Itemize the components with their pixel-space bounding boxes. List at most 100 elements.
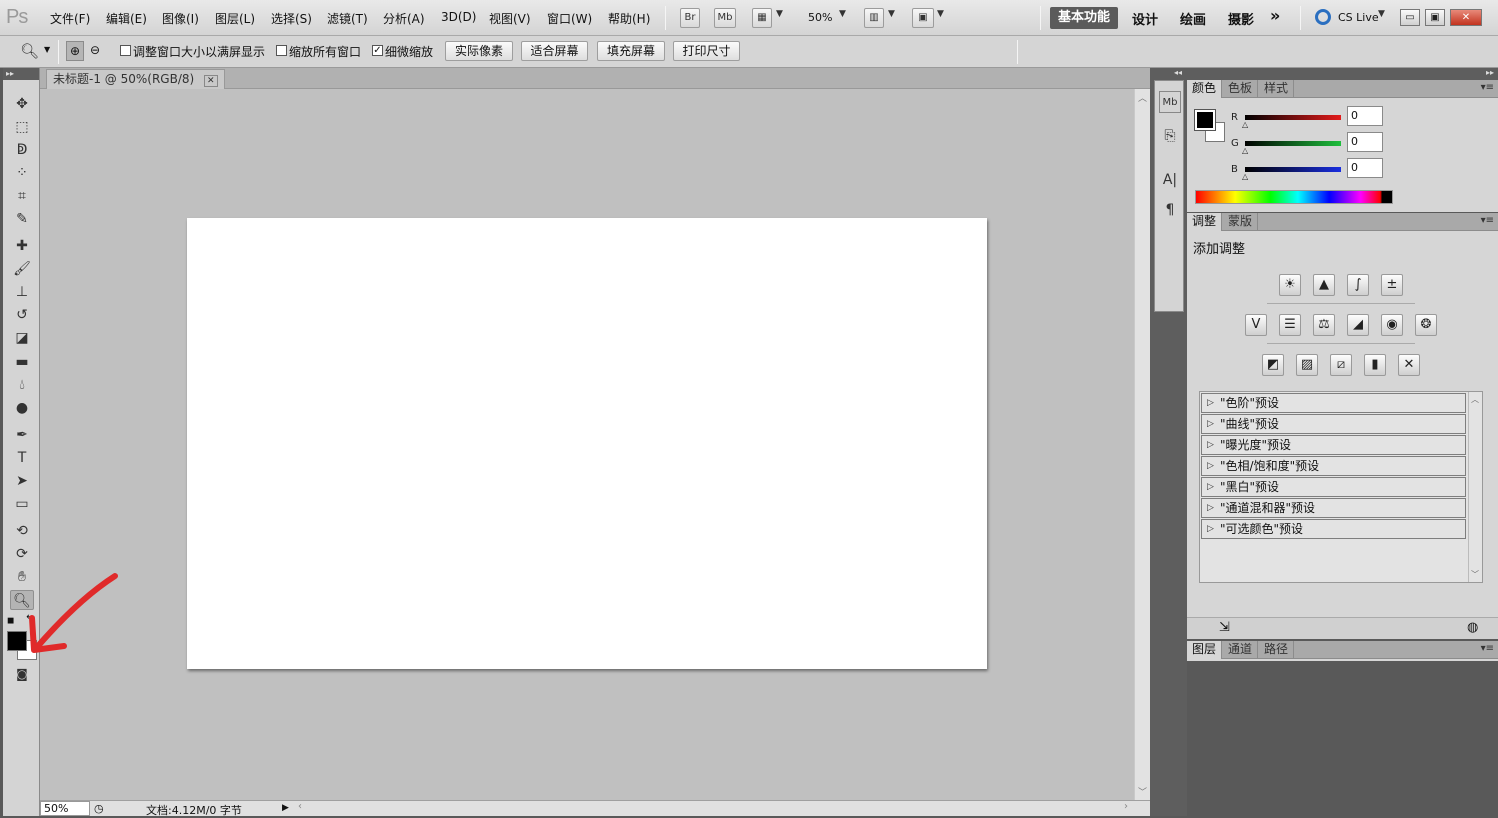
red-value-input[interactable]: 0 <box>1347 106 1383 126</box>
workspace-painting[interactable]: 绘画 <box>1180 9 1206 28</box>
tab-channels[interactable]: 通道 <box>1223 641 1259 659</box>
photo-filter-icon[interactable]: ◉ <box>1381 314 1403 336</box>
slider-handle-icon[interactable]: △ <box>1242 146 1248 155</box>
canvas-area[interactable] <box>40 89 1134 800</box>
expand-triangle-icon[interactable]: ▷ <box>1207 436 1214 454</box>
zoom-in-icon[interactable]: ⊕ <box>66 41 84 61</box>
black-white-icon[interactable]: ◢ <box>1347 314 1369 336</box>
rectangle-tool-icon[interactable]: ▭ <box>10 494 34 514</box>
chevron-down-icon[interactable]: ▼ <box>888 9 895 19</box>
vibrance-icon[interactable]: V <box>1245 314 1267 336</box>
status-menu-arrow-icon[interactable]: ▶ <box>282 801 294 816</box>
path-selection-tool-icon[interactable]: ➤ <box>10 471 34 491</box>
crop-tool-icon[interactable]: ⌗ <box>10 186 34 206</box>
menu-select[interactable]: 选择(S) <box>271 10 312 27</box>
scroll-left-icon[interactable]: ‹ <box>298 801 302 812</box>
mini-bridge-button[interactable]: Mb <box>714 8 736 28</box>
panel-menu-icon[interactable]: ▾≡ <box>1481 643 1494 654</box>
fill-screen-button[interactable]: 填充屏幕 <box>597 41 665 61</box>
scroll-up-icon[interactable]: ︿ <box>1471 394 1479 405</box>
workspace-more-icon[interactable]: » <box>1270 6 1280 25</box>
workspace-essentials[interactable]: 基本功能 <box>1050 7 1118 29</box>
blur-tool-icon[interactable]: 💧︎ <box>10 375 34 395</box>
lasso-tool-icon[interactable]: ↁ <box>10 140 34 160</box>
cs-live-icon[interactable] <box>1315 9 1331 25</box>
workspace-design[interactable]: 设计 <box>1132 9 1158 28</box>
document-canvas[interactable] <box>187 218 987 669</box>
paragraph-panel-icon[interactable]: ¶ <box>1159 199 1181 221</box>
tab-adjustments[interactable]: 调整 <box>1187 213 1223 231</box>
tab-paths[interactable]: 路径 <box>1259 641 1295 659</box>
expand-triangle-icon[interactable]: ▷ <box>1207 499 1214 517</box>
color-spectrum-bar[interactable] <box>1195 190 1393 204</box>
move-tool-icon[interactable]: ✥ <box>10 94 34 114</box>
tool-preset-chevron-icon[interactable]: ▼ <box>44 45 50 54</box>
posterize-icon[interactable]: ▨ <box>1296 354 1318 376</box>
clip-to-layer-icon[interactable]: ⇲ <box>1219 620 1230 635</box>
arrange-documents-button[interactable]: ▥ <box>864 8 884 28</box>
foreground-color-swatch[interactable] <box>1194 109 1216 131</box>
history-panel-icon[interactable]: ⎘ <box>1159 125 1181 147</box>
scroll-down-icon[interactable]: ﹀ <box>1471 569 1479 580</box>
levels-icon[interactable]: ▲ <box>1313 274 1335 296</box>
3d-rotate-tool-icon[interactable]: ⟲ <box>10 521 34 541</box>
minimize-button[interactable]: ▭ <box>1400 9 1420 26</box>
tab-color[interactable]: 颜色 <box>1187 80 1223 98</box>
zoom-all-windows-checkbox[interactable] <box>276 45 287 56</box>
default-colors-icon[interactable]: ◼ <box>7 616 14 626</box>
3d-orbit-tool-icon[interactable]: ⟳ <box>10 544 34 564</box>
brightness-contrast-icon[interactable]: ☀ <box>1279 274 1301 296</box>
slider-handle-icon[interactable]: △ <box>1242 172 1248 181</box>
blue-slider[interactable] <box>1245 167 1341 172</box>
menu-filter[interactable]: 滤镜(T) <box>327 10 368 27</box>
channel-mixer-icon[interactable]: ❂ <box>1415 314 1437 336</box>
preset-curves[interactable]: ▷ "曲线"预设 <box>1201 414 1466 434</box>
menu-view[interactable]: 视图(V) <box>489 10 531 27</box>
character-panel-icon[interactable]: A| <box>1159 169 1181 191</box>
type-tool-icon[interactable]: T <box>10 448 34 468</box>
history-brush-tool-icon[interactable]: ↺ <box>10 305 34 325</box>
presets-scrollbar[interactable]: ︿ ﹀ <box>1468 392 1482 582</box>
collapse-toolbox-icon[interactable]: ▸▸ <box>3 68 39 80</box>
status-zoom-field[interactable]: 50% <box>40 801 90 816</box>
quick-selection-tool-icon[interactable]: ⁘ <box>10 163 34 183</box>
scroll-up-icon[interactable]: ︿ <box>1138 91 1147 104</box>
threshold-icon[interactable]: ⧄ <box>1330 354 1352 376</box>
menu-file[interactable]: 文件(F) <box>50 10 90 27</box>
selective-color-icon[interactable]: ✕ <box>1398 354 1420 376</box>
menu-window[interactable]: 窗口(W) <box>547 10 592 27</box>
vertical-scrollbar[interactable]: ︿ ﹀ <box>1134 89 1150 800</box>
fit-screen-button[interactable]: 适合屏幕 <box>521 41 588 61</box>
dodge-tool-icon[interactable]: ● <box>10 398 34 418</box>
green-slider[interactable] <box>1245 141 1341 146</box>
marquee-tool-icon[interactable]: ⬚ <box>10 117 34 137</box>
close-button[interactable]: ✕ <box>1450 9 1482 26</box>
exposure-icon[interactable]: ± <box>1381 274 1403 296</box>
tab-layers[interactable]: 图层 <box>1187 641 1223 659</box>
cs-live-menu[interactable]: CS Live <box>1338 11 1379 24</box>
blue-value-input[interactable]: 0 <box>1347 158 1383 178</box>
chevron-down-icon[interactable]: ▼ <box>776 9 783 19</box>
chevron-down-icon[interactable]: ▼ <box>839 9 846 19</box>
slider-handle-icon[interactable]: △ <box>1242 120 1248 129</box>
scroll-down-icon[interactable]: ﹀ <box>1138 785 1147 798</box>
eraser-tool-icon[interactable]: ◪ <box>10 328 34 348</box>
print-size-button[interactable]: 打印尺寸 <box>673 41 740 61</box>
tab-styles[interactable]: 样式 <box>1259 80 1295 98</box>
menu-image[interactable]: 图像(I) <box>162 10 199 27</box>
screen-mode-button[interactable]: ▣ <box>912 8 934 28</box>
menu-help[interactable]: 帮助(H) <box>608 10 650 27</box>
preset-channel-mixer[interactable]: ▷ "通道混和器"预设 <box>1201 498 1466 518</box>
expand-dock-icon[interactable]: ◂◂ <box>1174 68 1182 77</box>
preset-selective-color[interactable]: ▷ "可选颜色"预设 <box>1201 519 1466 539</box>
chevron-down-icon[interactable]: ▼ <box>1378 9 1385 19</box>
chevron-down-icon[interactable]: ▼ <box>937 9 944 19</box>
restore-button[interactable]: ▣ <box>1425 9 1445 26</box>
zoom-tool-icon[interactable]: 🔍︎ <box>20 42 39 60</box>
new-adjustment-layer-icon[interactable]: ◍ <box>1467 620 1478 635</box>
document-tab[interactable]: 未标题-1 @ 50%(RGB/8) ✕ <box>46 69 225 89</box>
tab-swatches[interactable]: 色板 <box>1223 80 1259 98</box>
clone-stamp-tool-icon[interactable]: ⊥ <box>10 282 34 302</box>
expand-triangle-icon[interactable]: ▷ <box>1207 520 1214 538</box>
eyedropper-tool-icon[interactable]: ✎ <box>10 209 34 229</box>
